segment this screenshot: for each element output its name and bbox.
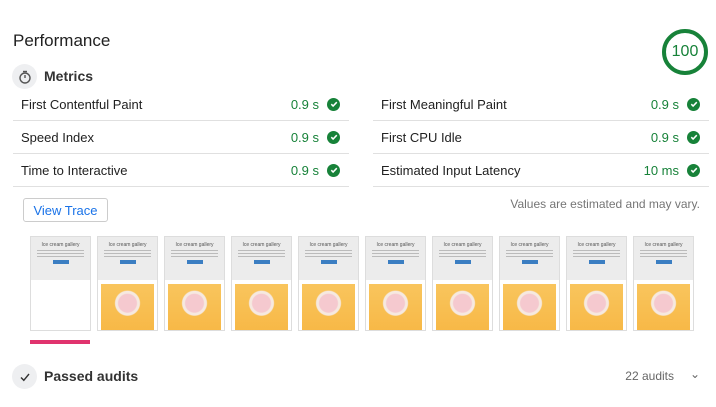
frame-heading: Ice cream gallery bbox=[309, 242, 348, 248]
score-value: 100 bbox=[671, 43, 699, 60]
frame-heading: Ice cream gallery bbox=[242, 242, 281, 248]
metrics-heading: Metrics bbox=[44, 68, 94, 84]
frame-heading: Ice cream gallery bbox=[577, 242, 616, 248]
frame-heading: Ice cream gallery bbox=[175, 242, 214, 248]
passed-audits-toggle[interactable]: Passed audits bbox=[44, 368, 138, 384]
metric-value: 0.9 s bbox=[650, 129, 679, 145]
chevron-down-icon[interactable]: ⌄ bbox=[690, 367, 700, 381]
filmstrip-frame: Ice cream gallery bbox=[231, 236, 292, 331]
passed-audits-count: 22 audits bbox=[625, 369, 674, 383]
frame-heading: Ice cream gallery bbox=[510, 242, 549, 248]
ice-cream-image bbox=[369, 284, 422, 330]
frame-heading: Ice cream gallery bbox=[108, 242, 147, 248]
metric-label: First Meaningful Paint bbox=[381, 96, 507, 112]
ice-cream-image bbox=[235, 284, 288, 330]
filmstrip-frame: Ice cream gallery bbox=[432, 236, 493, 331]
metric-label: First CPU Idle bbox=[381, 129, 462, 145]
ice-cream-image bbox=[168, 284, 221, 330]
metric-label: First Contentful Paint bbox=[21, 96, 143, 112]
filmstrip-frame: Ice cream gallery bbox=[97, 236, 158, 331]
frame-heading: Ice cream gallery bbox=[376, 242, 415, 248]
metric-row: Time to Interactive 0.9 s bbox=[13, 154, 349, 187]
filmstrip-frame: Ice cream gallery bbox=[30, 236, 91, 331]
view-trace-button[interactable]: View Trace bbox=[23, 198, 108, 222]
metric-label: Estimated Input Latency bbox=[381, 162, 521, 178]
pass-check-icon bbox=[327, 130, 340, 144]
filmstrip-frame: Ice cream gallery bbox=[499, 236, 560, 331]
metric-label: Speed Index bbox=[21, 129, 95, 145]
filmstrip-frame: Ice cream gallery bbox=[164, 236, 225, 331]
pass-check-icon bbox=[687, 163, 700, 177]
pass-check-icon bbox=[687, 130, 700, 144]
metric-row: Estimated Input Latency 10 ms bbox=[373, 154, 709, 187]
metric-row: First Contentful Paint 0.9 s bbox=[13, 88, 349, 121]
ice-cream-image bbox=[101, 284, 154, 330]
metric-row: Speed Index 0.9 s bbox=[13, 121, 349, 154]
filmstrip-frame: Ice cream gallery bbox=[566, 236, 627, 331]
checkmark-icon bbox=[12, 364, 37, 389]
metric-value: 10 ms bbox=[643, 162, 679, 178]
ice-cream-image bbox=[503, 284, 556, 330]
pass-check-icon bbox=[327, 97, 340, 111]
filmstrip-frame: Ice cream gallery bbox=[365, 236, 426, 331]
estimate-note: Values are estimated and may vary. bbox=[510, 197, 700, 211]
ice-cream-image bbox=[570, 284, 623, 330]
ice-cream-image bbox=[436, 284, 489, 330]
filmstrip-frame: Ice cream gallery bbox=[298, 236, 359, 331]
frame-heading: Ice cream gallery bbox=[41, 242, 80, 248]
metric-row: First CPU Idle 0.9 s bbox=[373, 121, 709, 154]
metric-value: 0.9 s bbox=[290, 162, 319, 178]
pass-check-icon bbox=[687, 97, 700, 111]
metric-value: 0.9 s bbox=[650, 96, 679, 112]
score-gauge: 100 bbox=[662, 29, 708, 75]
metric-label: Time to Interactive bbox=[21, 162, 128, 178]
filmstrip-frame: Ice cream gallery bbox=[633, 236, 694, 331]
ice-cream-image bbox=[637, 284, 690, 330]
category-title: Performance bbox=[13, 31, 111, 50]
filmstrip-marker bbox=[30, 340, 90, 344]
stopwatch-icon bbox=[12, 64, 37, 89]
frame-heading: Ice cream gallery bbox=[644, 242, 683, 248]
metric-row: First Meaningful Paint 0.9 s bbox=[373, 88, 709, 121]
pass-check-icon bbox=[327, 163, 340, 177]
ice-cream-image bbox=[302, 284, 355, 330]
metric-value: 0.9 s bbox=[290, 129, 319, 145]
frame-heading: Ice cream gallery bbox=[443, 242, 482, 248]
metric-value: 0.9 s bbox=[290, 96, 319, 112]
